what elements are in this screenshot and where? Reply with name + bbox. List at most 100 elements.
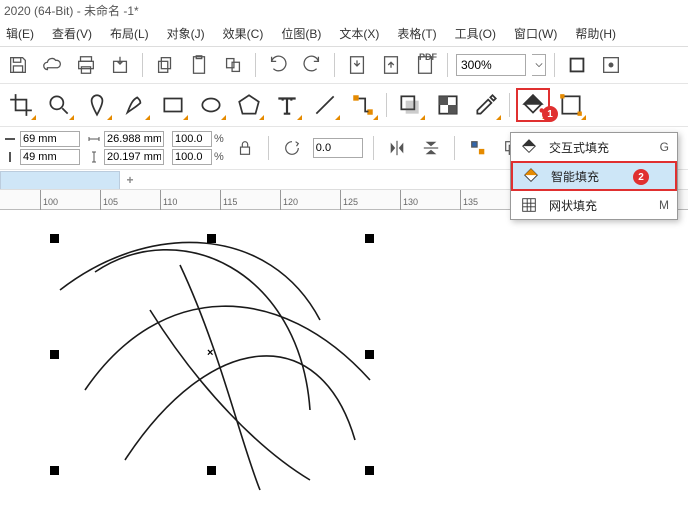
position-group	[4, 131, 80, 165]
flyout-label: 交互式填充	[549, 139, 650, 156]
freehand-tool[interactable]	[80, 88, 114, 122]
menu-bar: 辑(E) 查看(V) 布局(L) 对象(J) 效果(C) 位图(B) 文本(X)…	[0, 21, 688, 47]
menu-object[interactable]: 对象(J)	[167, 25, 205, 42]
drawing-canvas[interactable]: ×	[0, 210, 688, 530]
y-position-input[interactable]	[20, 149, 80, 165]
ruler-tick: 100	[40, 190, 58, 210]
text-tool[interactable]	[270, 88, 304, 122]
ruler-tick: 115	[220, 190, 237, 210]
width-icon	[88, 133, 100, 145]
flyout-shortcut: G	[660, 140, 669, 154]
separator	[386, 93, 387, 117]
separator	[454, 136, 455, 160]
mirror-v-button[interactable]	[418, 135, 444, 161]
menu-text[interactable]: 文本(X)	[339, 25, 379, 42]
menu-effects[interactable]: 效果(C)	[223, 25, 264, 42]
eyedropper-tool[interactable]	[469, 88, 503, 122]
pdf-label: PDF	[419, 52, 437, 62]
mirror-h-button[interactable]	[384, 135, 410, 161]
rotation-input[interactable]	[313, 138, 363, 158]
ruler-tick: 125	[340, 190, 358, 210]
mesh-fill-icon	[519, 195, 539, 215]
parallel-dim-tool[interactable]	[308, 88, 342, 122]
connector-tool[interactable]	[346, 88, 380, 122]
undo-button[interactable]	[264, 51, 292, 79]
annotation-badge-2: 2	[633, 169, 649, 185]
active-tab[interactable]	[0, 171, 120, 189]
add-tab-button[interactable]: +	[120, 171, 140, 189]
selection-handle[interactable]	[207, 466, 216, 475]
duplicate-button[interactable]	[219, 51, 247, 79]
selection-handle[interactable]	[365, 466, 374, 475]
lock-ratio-button[interactable]	[232, 135, 258, 161]
toolbox: 1	[0, 84, 688, 127]
height-input[interactable]	[104, 149, 164, 165]
transparency-tool[interactable]	[431, 88, 465, 122]
fill-tool[interactable]: 1	[516, 88, 550, 122]
selection-center: ×	[207, 347, 213, 359]
cloud-button[interactable]	[38, 51, 66, 79]
flyout-smart-fill[interactable]: 智能填充 2	[511, 161, 677, 191]
artistic-media-tool[interactable]	[118, 88, 152, 122]
drawing-curves	[0, 210, 688, 530]
width-input[interactable]	[104, 131, 164, 147]
menu-tools[interactable]: 工具(O)	[455, 25, 496, 42]
separator	[334, 53, 335, 77]
selection-handle[interactable]	[50, 234, 59, 243]
separator	[373, 136, 374, 160]
zoom-tool[interactable]	[42, 88, 76, 122]
polygon-tool[interactable]	[232, 88, 266, 122]
scale-group: % %	[172, 131, 224, 165]
scale-y-input[interactable]	[172, 149, 212, 165]
flyout-mesh-fill[interactable]: 网状填充 M	[511, 191, 677, 219]
align-button[interactable]	[465, 135, 491, 161]
menu-view[interactable]: 查看(V)	[52, 25, 92, 42]
separator	[142, 53, 143, 77]
selection-handle[interactable]	[207, 234, 216, 243]
menu-help[interactable]: 帮助(H)	[575, 25, 616, 42]
menu-layout[interactable]: 布局(L)	[110, 25, 149, 42]
scale-x-input[interactable]	[172, 131, 212, 147]
export-button[interactable]	[106, 51, 134, 79]
zoom-input[interactable]	[456, 54, 526, 76]
shadow-tool[interactable]	[393, 88, 427, 122]
fill-tool-flyout: 交互式填充 G 智能填充 2 网状填充 M	[510, 132, 678, 220]
title-bar: 2020 (64-Bit) - 未命名 -1*	[0, 0, 688, 21]
pdf-export-button[interactable]: PDF	[411, 51, 439, 79]
percent-label: %	[214, 151, 224, 163]
percent-label: %	[214, 133, 224, 145]
outline-tool[interactable]	[554, 88, 588, 122]
height-icon	[88, 151, 100, 163]
ellipse-tool[interactable]	[194, 88, 228, 122]
selection-handle[interactable]	[365, 350, 374, 359]
ruler-tick: 105	[100, 190, 118, 210]
copy-button[interactable]	[151, 51, 179, 79]
flyout-interactive-fill[interactable]: 交互式填充 G	[511, 133, 677, 161]
ruler-tick: 110	[160, 190, 177, 210]
standard-toolbar: PDF	[0, 47, 688, 84]
snap-button[interactable]	[597, 51, 625, 79]
paste-button[interactable]	[185, 51, 213, 79]
rectangle-tool[interactable]	[156, 88, 190, 122]
selection-handle[interactable]	[50, 350, 59, 359]
menu-window[interactable]: 窗口(W)	[514, 25, 557, 42]
selection-handle[interactable]	[50, 466, 59, 475]
fullscreen-button[interactable]	[563, 51, 591, 79]
crop-tool[interactable]	[4, 88, 38, 122]
flyout-label: 网状填充	[549, 197, 649, 214]
size-group	[88, 131, 164, 165]
x-position-input[interactable]	[20, 131, 80, 147]
ruler-tick: 120	[280, 190, 298, 210]
export2-button[interactable]	[377, 51, 405, 79]
menu-table[interactable]: 表格(T)	[397, 25, 436, 42]
save-button[interactable]	[4, 51, 32, 79]
print-button[interactable]	[72, 51, 100, 79]
menu-edit[interactable]: 辑(E)	[6, 25, 34, 42]
zoom-dropdown[interactable]	[532, 54, 546, 76]
import-button[interactable]	[343, 51, 371, 79]
redo-button[interactable]	[298, 51, 326, 79]
smart-fill-icon	[521, 166, 541, 186]
rotate-icon	[279, 135, 305, 161]
selection-handle[interactable]	[365, 234, 374, 243]
menu-bitmap[interactable]: 位图(B)	[281, 25, 321, 42]
